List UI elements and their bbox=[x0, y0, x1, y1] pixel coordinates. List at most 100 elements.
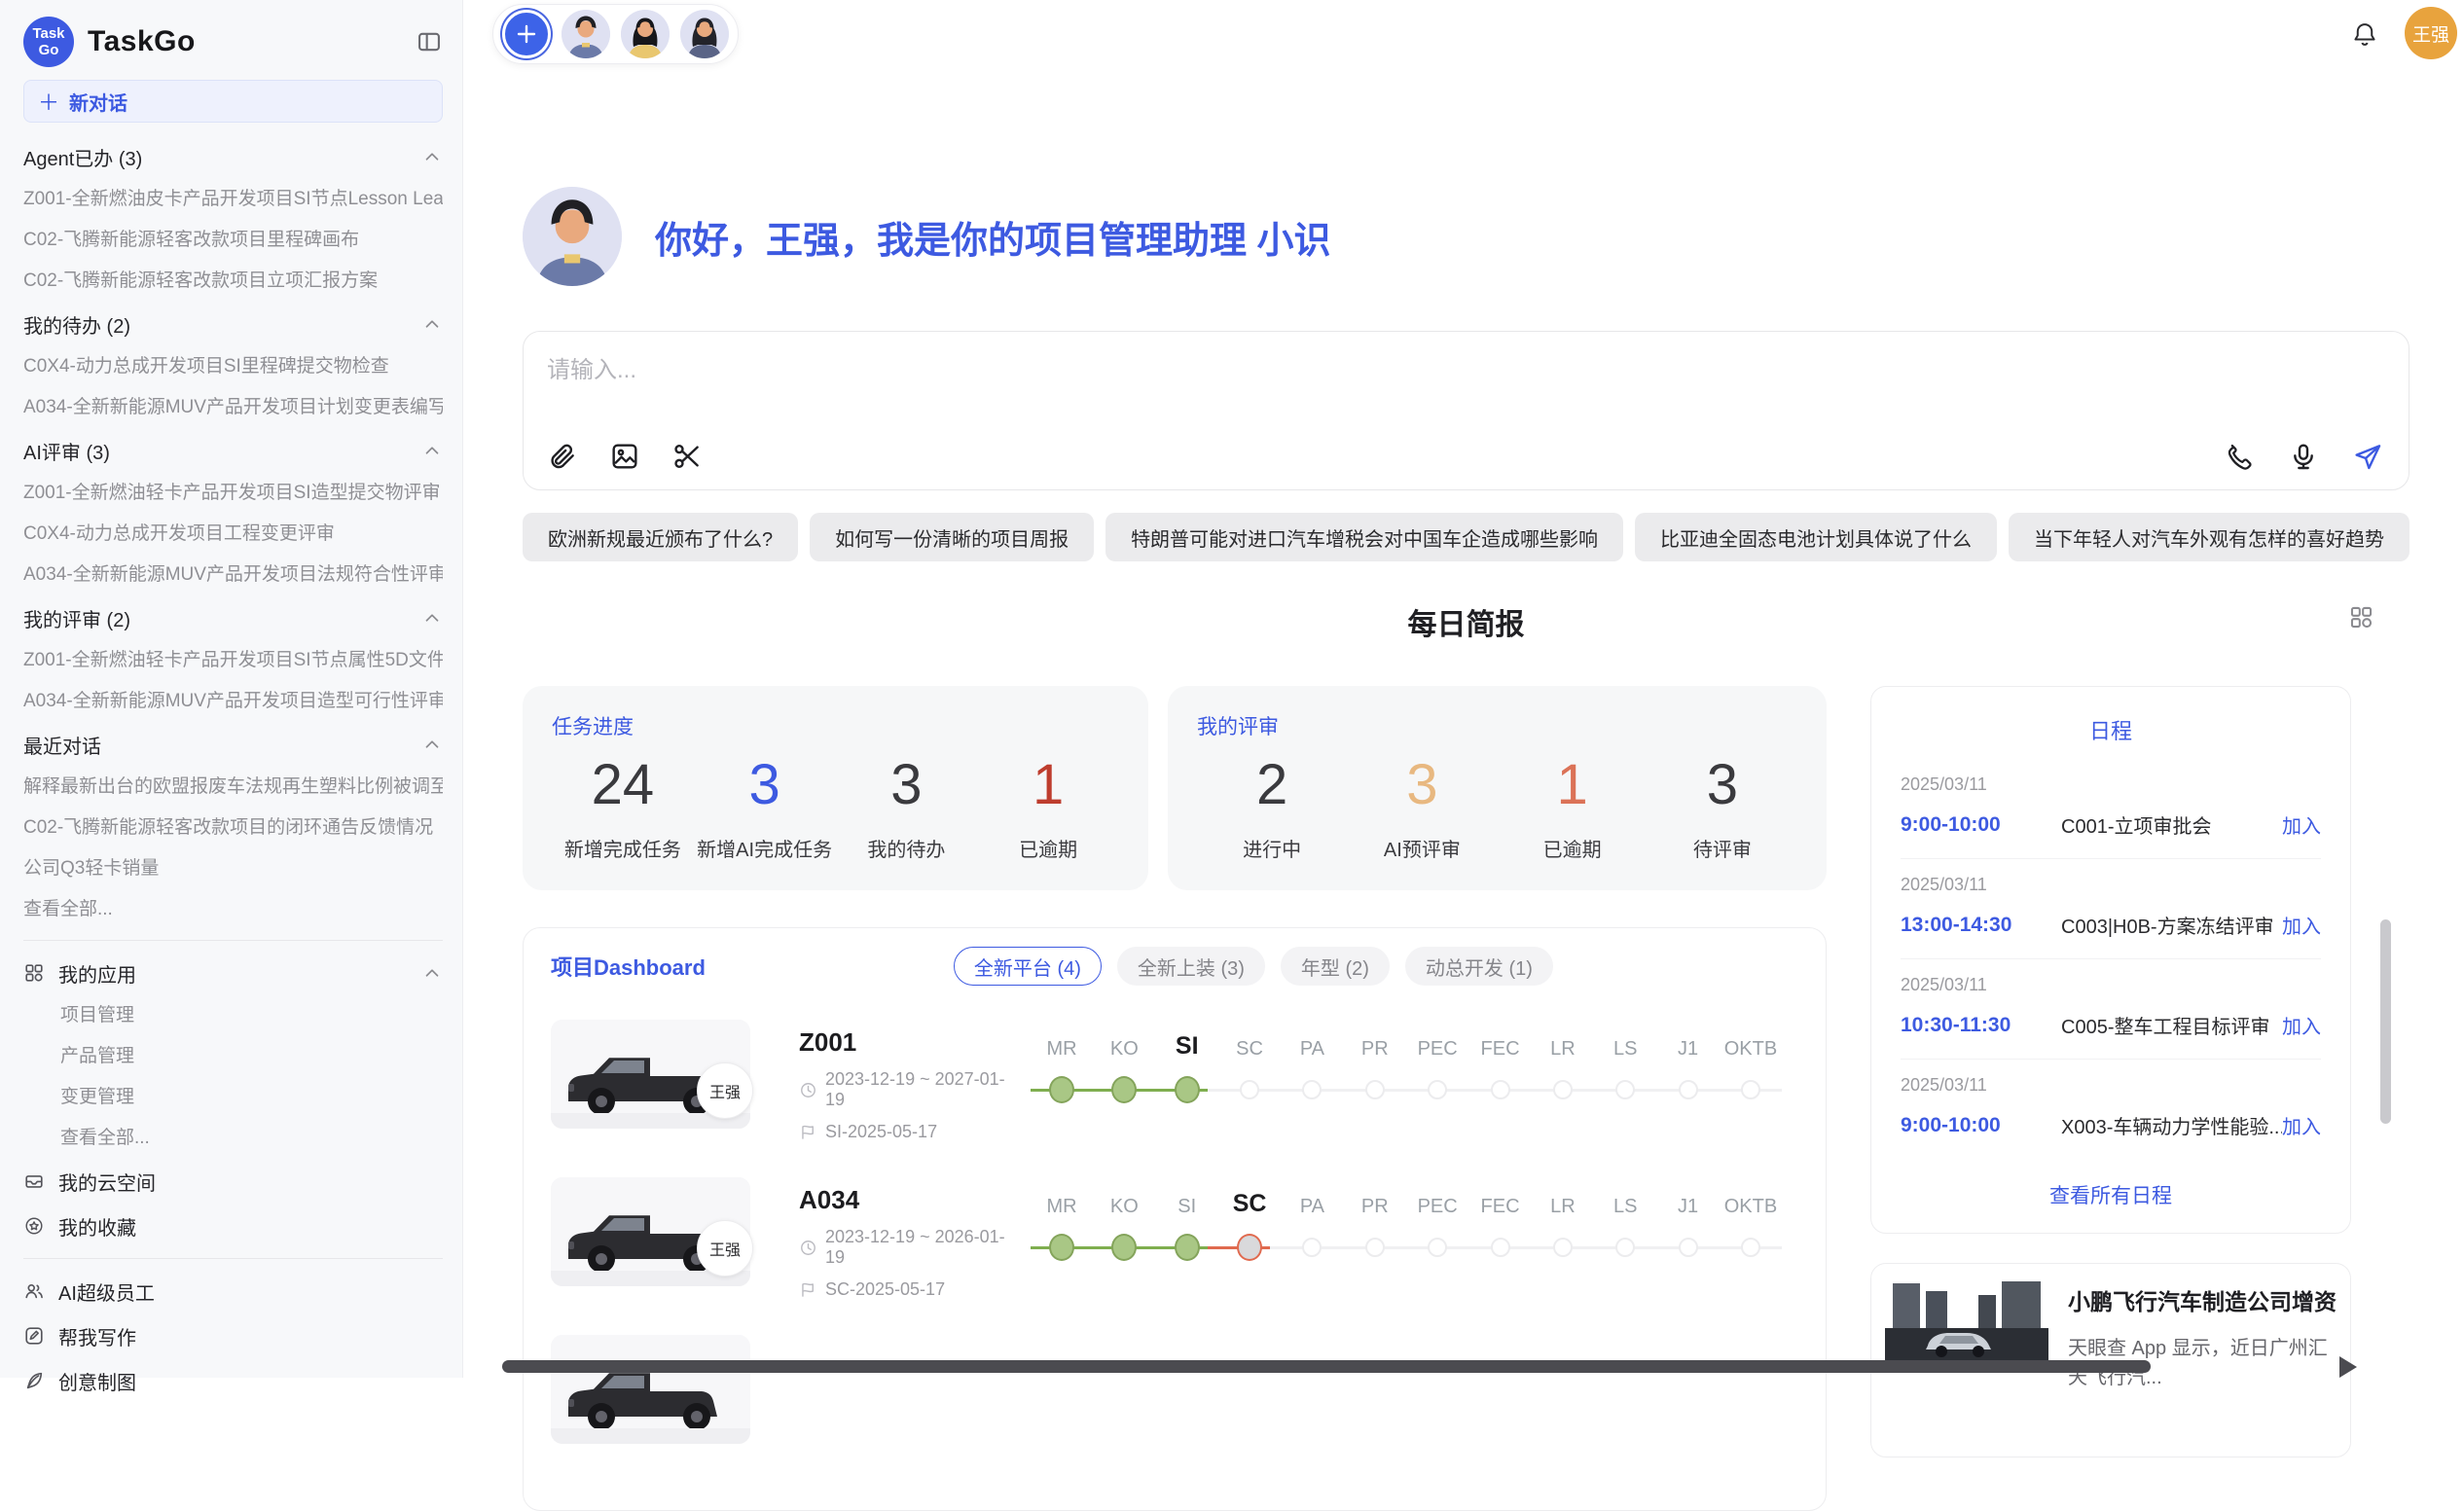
agent-avatar-1[interactable] bbox=[562, 10, 610, 58]
milestone-dot bbox=[1491, 1238, 1510, 1257]
sidebar-item-ai-super-staff[interactable]: AI超级员工 bbox=[23, 1269, 443, 1313]
milestone-j1: J1 bbox=[1657, 1171, 1720, 1261]
divider bbox=[23, 1258, 443, 1259]
layout-grid-icon[interactable] bbox=[2348, 604, 2374, 630]
milestone-dot bbox=[1553, 1080, 1573, 1099]
apps-grid-icon bbox=[23, 962, 45, 984]
sidebar-item-change-mgmt[interactable]: 变更管理 bbox=[23, 1077, 443, 1118]
news-image bbox=[1885, 1277, 2048, 1367]
news-title: 小鹏飞行汽车制造公司增资 bbox=[2068, 1283, 2337, 1316]
join-meeting-link[interactable]: 加入 bbox=[2282, 1011, 2321, 1039]
sidebar-item-my-apps[interactable]: 我的应用 bbox=[23, 951, 443, 995]
new-chat-label: 新对话 bbox=[69, 88, 127, 116]
milestone-j1: J1 bbox=[1657, 1014, 1720, 1103]
add-agent-button[interactable] bbox=[502, 10, 551, 58]
chat-composer bbox=[523, 331, 2410, 490]
scroll-right-arrow-icon[interactable] bbox=[2339, 1356, 2357, 1378]
project-row[interactable]: 王强 Z001 2023-12-19 ~ 2027-01-19 SI-2025-… bbox=[551, 1014, 1798, 1160]
join-meeting-link[interactable]: 加入 bbox=[2282, 911, 2321, 939]
section-header-my-review[interactable]: 我的评审 (2) bbox=[23, 595, 443, 640]
chat-input[interactable] bbox=[524, 332, 2409, 384]
list-item[interactable]: A034-全新新能源MUV产品开发项目计划变更表编写 bbox=[23, 387, 443, 428]
stat-value: 2 bbox=[1197, 750, 1347, 820]
horizontal-scrollbar[interactable] bbox=[502, 1360, 2151, 1373]
list-item[interactable]: C0X4-动力总成开发项目工程变更评审 bbox=[23, 514, 443, 555]
milestone-dot bbox=[1049, 1076, 1074, 1103]
schedule-time: 10:30-11:30 bbox=[1901, 1014, 2032, 1037]
list-item[interactable]: 公司Q3轻卡销量 bbox=[23, 848, 443, 889]
list-item[interactable]: C02-飞腾新能源轻客改款项目立项汇报方案 bbox=[23, 261, 443, 302]
view-all-apps-link[interactable]: 查看全部... bbox=[23, 1118, 443, 1159]
list-item[interactable]: Z001-全新燃油轻卡产品开发项目SI节点属性5D文件评审 bbox=[23, 640, 443, 681]
sidebar-item-favorites[interactable]: 我的收藏 bbox=[23, 1204, 443, 1248]
suggestion-chip[interactable]: 比亚迪全固态电池计划具体说了什么 bbox=[1635, 513, 1997, 561]
suggestion-chip[interactable]: 如何写一份清晰的项目周报 bbox=[810, 513, 1094, 561]
sidebar-item-cloud-space[interactable]: 我的云空间 bbox=[23, 1159, 443, 1204]
notification-bell-icon[interactable] bbox=[2351, 20, 2378, 48]
flag-label: SC-2025-05-17 bbox=[825, 1279, 945, 1300]
milestone-pec: PEC bbox=[1406, 1014, 1468, 1103]
app-title: TaskGo bbox=[88, 25, 196, 58]
section-header-my-todo[interactable]: 我的待办 (2) bbox=[23, 302, 443, 346]
agent-avatar-2[interactable] bbox=[621, 10, 670, 58]
phone-icon[interactable] bbox=[2224, 441, 2255, 472]
list-item[interactable]: Z001-全新燃油轻卡产品开发项目SI造型提交物评审 bbox=[23, 473, 443, 514]
tab-model-year[interactable]: 年型 (2) bbox=[1281, 947, 1390, 986]
milestone-ls: LS bbox=[1594, 1171, 1656, 1261]
user-avatar[interactable]: 王强 bbox=[2405, 7, 2457, 59]
microphone-icon[interactable] bbox=[2288, 441, 2319, 472]
list-item[interactable]: C02-飞腾新能源轻客改款项目的闭环通告反馈情况 bbox=[23, 808, 443, 848]
paperclip-icon[interactable] bbox=[547, 441, 578, 472]
list-item[interactable]: A034-全新新能源MUV产品开发项目法规符合性评审 bbox=[23, 555, 443, 595]
vertical-scrollbar[interactable] bbox=[2380, 919, 2391, 1124]
new-chat-button[interactable]: ＋ 新对话 bbox=[23, 80, 443, 123]
list-item[interactable]: C02-飞腾新能源轻客改款项目里程碑画布 bbox=[23, 220, 443, 261]
section-header-recent-chats[interactable]: 最近对话 bbox=[23, 722, 443, 767]
project-code: A034 bbox=[799, 1185, 1023, 1215]
composer-left-tools bbox=[547, 441, 703, 472]
send-icon[interactable] bbox=[2352, 441, 2383, 472]
cloud-space-icon bbox=[23, 1170, 45, 1192]
flag-icon bbox=[799, 1280, 817, 1299]
project-row[interactable]: 王强 A034 2023-12-19 ~ 2026-01-19 SC-2025-… bbox=[551, 1171, 1798, 1317]
tab-powertrain[interactable]: 动总开发 (1) bbox=[1405, 947, 1553, 986]
project-dates: 2023-12-19 ~ 2027-01-19 bbox=[799, 1069, 1023, 1110]
section-header-ai-review[interactable]: AI评审 (3) bbox=[23, 428, 443, 473]
section-header-agent-done[interactable]: Agent已办 (3) bbox=[23, 134, 443, 179]
app-logo-text-top: Task bbox=[32, 25, 64, 42]
view-all-chats-link[interactable]: 查看全部... bbox=[23, 889, 443, 930]
stat-review-overdue: 1 已逾期 bbox=[1498, 750, 1648, 862]
sidebar-item-help-me-write[interactable]: 帮我写作 bbox=[23, 1313, 443, 1358]
content-column: 你好，王强，我是你的项目管理助理 小识 欧洲新规最近颁布了什么? 如何写一份清晰… bbox=[523, 68, 2410, 1511]
suggestion-chip[interactable]: 特朗普可能对进口汽车增税会对中国车企造成哪些影响 bbox=[1105, 513, 1623, 561]
join-meeting-link[interactable]: 加入 bbox=[2282, 1111, 2321, 1139]
join-meeting-link[interactable]: 加入 bbox=[2282, 810, 2321, 839]
list-item[interactable]: C0X4-动力总成开发项目SI里程碑提交物检查 bbox=[23, 346, 443, 387]
list-item[interactable]: Z001-全新燃油皮卡产品开发项目SI节点Lesson Learn报告 bbox=[23, 179, 443, 220]
suggestion-chip[interactable]: 当下年轻人对汽车外观有怎样的喜好趋势 bbox=[2009, 513, 2410, 561]
tab-new-upfit[interactable]: 全新上装 (3) bbox=[1117, 947, 1265, 986]
sidebar-item-creative-drawing[interactable]: 创意制图 bbox=[23, 1358, 443, 1403]
dashboard-title: 项目Dashboard bbox=[551, 951, 706, 982]
milestone-mr: MR bbox=[1031, 1171, 1093, 1261]
date-range: 2023-12-19 ~ 2026-01-19 bbox=[825, 1227, 1023, 1268]
milestone-pa: PA bbox=[1281, 1171, 1343, 1261]
agent-avatar-3[interactable] bbox=[680, 10, 729, 58]
scissors-icon[interactable] bbox=[671, 441, 703, 472]
view-all-schedule-link[interactable]: 查看所有日程 bbox=[1901, 1159, 2321, 1231]
tab-new-platform[interactable]: 全新平台 (4) bbox=[954, 947, 1102, 986]
clock-icon bbox=[799, 1239, 817, 1257]
sidebar-item-product-mgmt[interactable]: 产品管理 bbox=[23, 1036, 443, 1077]
suggestion-chip[interactable]: 欧洲新规最近颁布了什么? bbox=[523, 513, 798, 561]
image-icon[interactable] bbox=[609, 441, 640, 472]
schedule-time: 9:00-10:00 bbox=[1901, 813, 2032, 837]
schedule-item: 2025/03/11 13:00-14:30 C003|H0B-方案冻结评审 加… bbox=[1901, 859, 2321, 959]
list-item[interactable]: A034-全新新能源MUV产品开发项目造型可行性评审 bbox=[23, 681, 443, 722]
sidebar-item-project-mgmt[interactable]: 项目管理 bbox=[23, 995, 443, 1036]
schedule-date: 2025/03/11 bbox=[1901, 1075, 2321, 1096]
list-item[interactable]: 解释最新出台的欧盟报废车法规再生塑料比例被调至15%... bbox=[23, 767, 443, 808]
sidebar-collapse-icon[interactable] bbox=[416, 28, 443, 55]
stat-ai-prereview: 3 AI预评审 bbox=[1347, 750, 1497, 862]
stat-new-ai-done: 3 新增AI完成任务 bbox=[694, 750, 836, 862]
chevron-up-icon bbox=[421, 440, 443, 461]
